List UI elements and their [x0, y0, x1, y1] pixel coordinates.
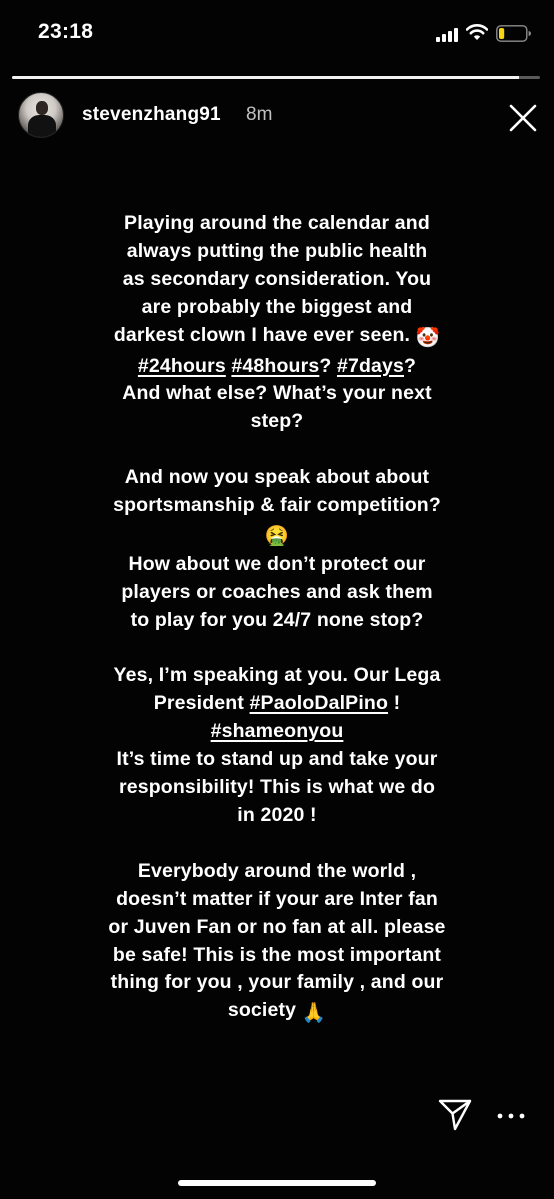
close-icon[interactable]	[505, 100, 541, 136]
story-line: be safe! This is the most important	[40, 942, 514, 970]
story-text-segment: Yes, I’m speaking at you. Our Lega	[113, 664, 441, 687]
story-text-segment: doesn’t matter if your are Inter fan	[116, 887, 438, 910]
story-text-segment: It’s time to stand up and take your	[116, 748, 438, 771]
story-line: are probably the biggest and	[40, 294, 514, 322]
story-text-segment: step?	[250, 410, 304, 433]
story-text-segment: How about we don’t protect our	[128, 552, 426, 575]
username[interactable]: stevenzhang91	[82, 104, 221, 126]
story-line: society 🙏	[40, 997, 514, 1028]
story-line: players or coaches and ask them	[40, 579, 514, 607]
status-time: 23:18	[38, 20, 94, 43]
story-text-segment: And what else? What’s your next	[122, 382, 432, 405]
story-line: And what else? What’s your next	[40, 380, 514, 408]
story-line: #24hours #48hours? #7days?	[40, 353, 514, 381]
story-line: President #PaoloDalPino !	[40, 690, 514, 718]
story-text-segment: darkest clown I have ever seen.	[113, 323, 416, 346]
story-text-segment: ?	[404, 354, 417, 377]
story-line: always putting the public health	[40, 238, 514, 266]
story-line: as secondary consideration. You	[40, 266, 514, 294]
story-text-segment: society	[227, 999, 302, 1022]
story-line: It’s time to stand up and take your	[40, 746, 514, 774]
story-text: Playing around the calendar and always pu…	[40, 210, 514, 1028]
status-bar: 23:18	[0, 0, 554, 66]
story-screen[interactable]: 23:18 stevenzhang91 8m Playing around th…	[0, 0, 554, 1199]
story-line: in 2020 !	[40, 802, 514, 830]
story-header: stevenzhang91 8m	[0, 92, 554, 140]
story-line: responsibility! This is what we do	[40, 774, 514, 802]
story-text-segment: or Juven Fan or no fan at all. please	[108, 915, 446, 938]
story-line: doesn’t matter if your are Inter fan	[40, 886, 514, 914]
more-options-icon[interactable]	[496, 1110, 526, 1122]
story-text-segment: players or coaches and ask them	[121, 580, 433, 603]
send-icon[interactable]	[437, 1098, 473, 1132]
story-progress-bar	[12, 76, 540, 79]
story-text-segment: thing for you , your family , and our	[110, 971, 444, 994]
story-text-segment: And now you speak about about	[124, 466, 430, 489]
story-text-segment: ?	[319, 354, 337, 377]
story-line: How about we don’t protect our	[40, 551, 514, 579]
hashtag-link[interactable]: #24hours	[138, 355, 226, 377]
story-text-segment: President	[153, 692, 250, 715]
story-text-segment: be safe! This is the most important	[112, 943, 442, 966]
story-line: to play for you 24/7 none stop?	[40, 607, 514, 635]
avatar[interactable]	[18, 92, 64, 138]
battery-low-icon	[496, 25, 531, 42]
story-line: 🤮	[40, 520, 514, 551]
story-line: Playing around the calendar and	[40, 210, 514, 238]
story-text-segment: always putting the public health	[126, 239, 428, 262]
story-line: darkest clown I have ever seen. 🤡	[40, 322, 514, 353]
hashtag-link[interactable]: #PaoloDalPino	[250, 692, 388, 714]
story-line: Everybody around the world ,	[40, 858, 514, 886]
battery-level-fill	[499, 28, 505, 39]
hashtag-link[interactable]: #48hours	[231, 355, 319, 377]
story-text-segment: are probably the biggest and	[141, 295, 413, 318]
emoji: 🙏	[301, 1002, 327, 1025]
story-line: #shameonyou	[40, 718, 514, 746]
story-text-segment: to play for you 24/7 none stop?	[130, 608, 424, 631]
story-text-segment: Everybody around the world ,	[137, 859, 417, 882]
story-line: thing for you , your family , and our	[40, 969, 514, 997]
hashtag-link[interactable]: #7days	[337, 355, 404, 377]
story-text-segment: as secondary consideration. You	[122, 267, 432, 290]
story-text-segment: in 2020 !	[237, 804, 317, 826]
story-line: Yes, I’m speaking at you. Our Lega	[40, 662, 514, 690]
story-line: sportsmanship & fair competition?	[40, 492, 514, 520]
story-timestamp: 8m	[246, 104, 273, 125]
hashtag-link[interactable]: #shameonyou	[211, 720, 344, 742]
emoji: 🤡	[415, 326, 441, 349]
story-line: step?	[40, 408, 514, 436]
avatar-body	[28, 115, 56, 137]
cellular-signal-icon	[436, 28, 458, 42]
story-text-segment: sportsmanship & fair competition?	[113, 494, 441, 517]
home-indicator[interactable]	[178, 1180, 376, 1186]
story-text-segment: Playing around the calendar and	[124, 212, 430, 234]
story-line: And now you speak about about	[40, 464, 514, 492]
wifi-icon	[466, 24, 488, 40]
story-line: or Juven Fan or no fan at all. please	[40, 914, 514, 942]
story-text-segment: !	[388, 692, 401, 715]
story-text-segment: responsibility! This is what we do	[118, 776, 436, 799]
emoji: 🤮	[264, 524, 290, 547]
story-progress-fill	[12, 76, 519, 79]
avatar-head	[36, 101, 48, 115]
